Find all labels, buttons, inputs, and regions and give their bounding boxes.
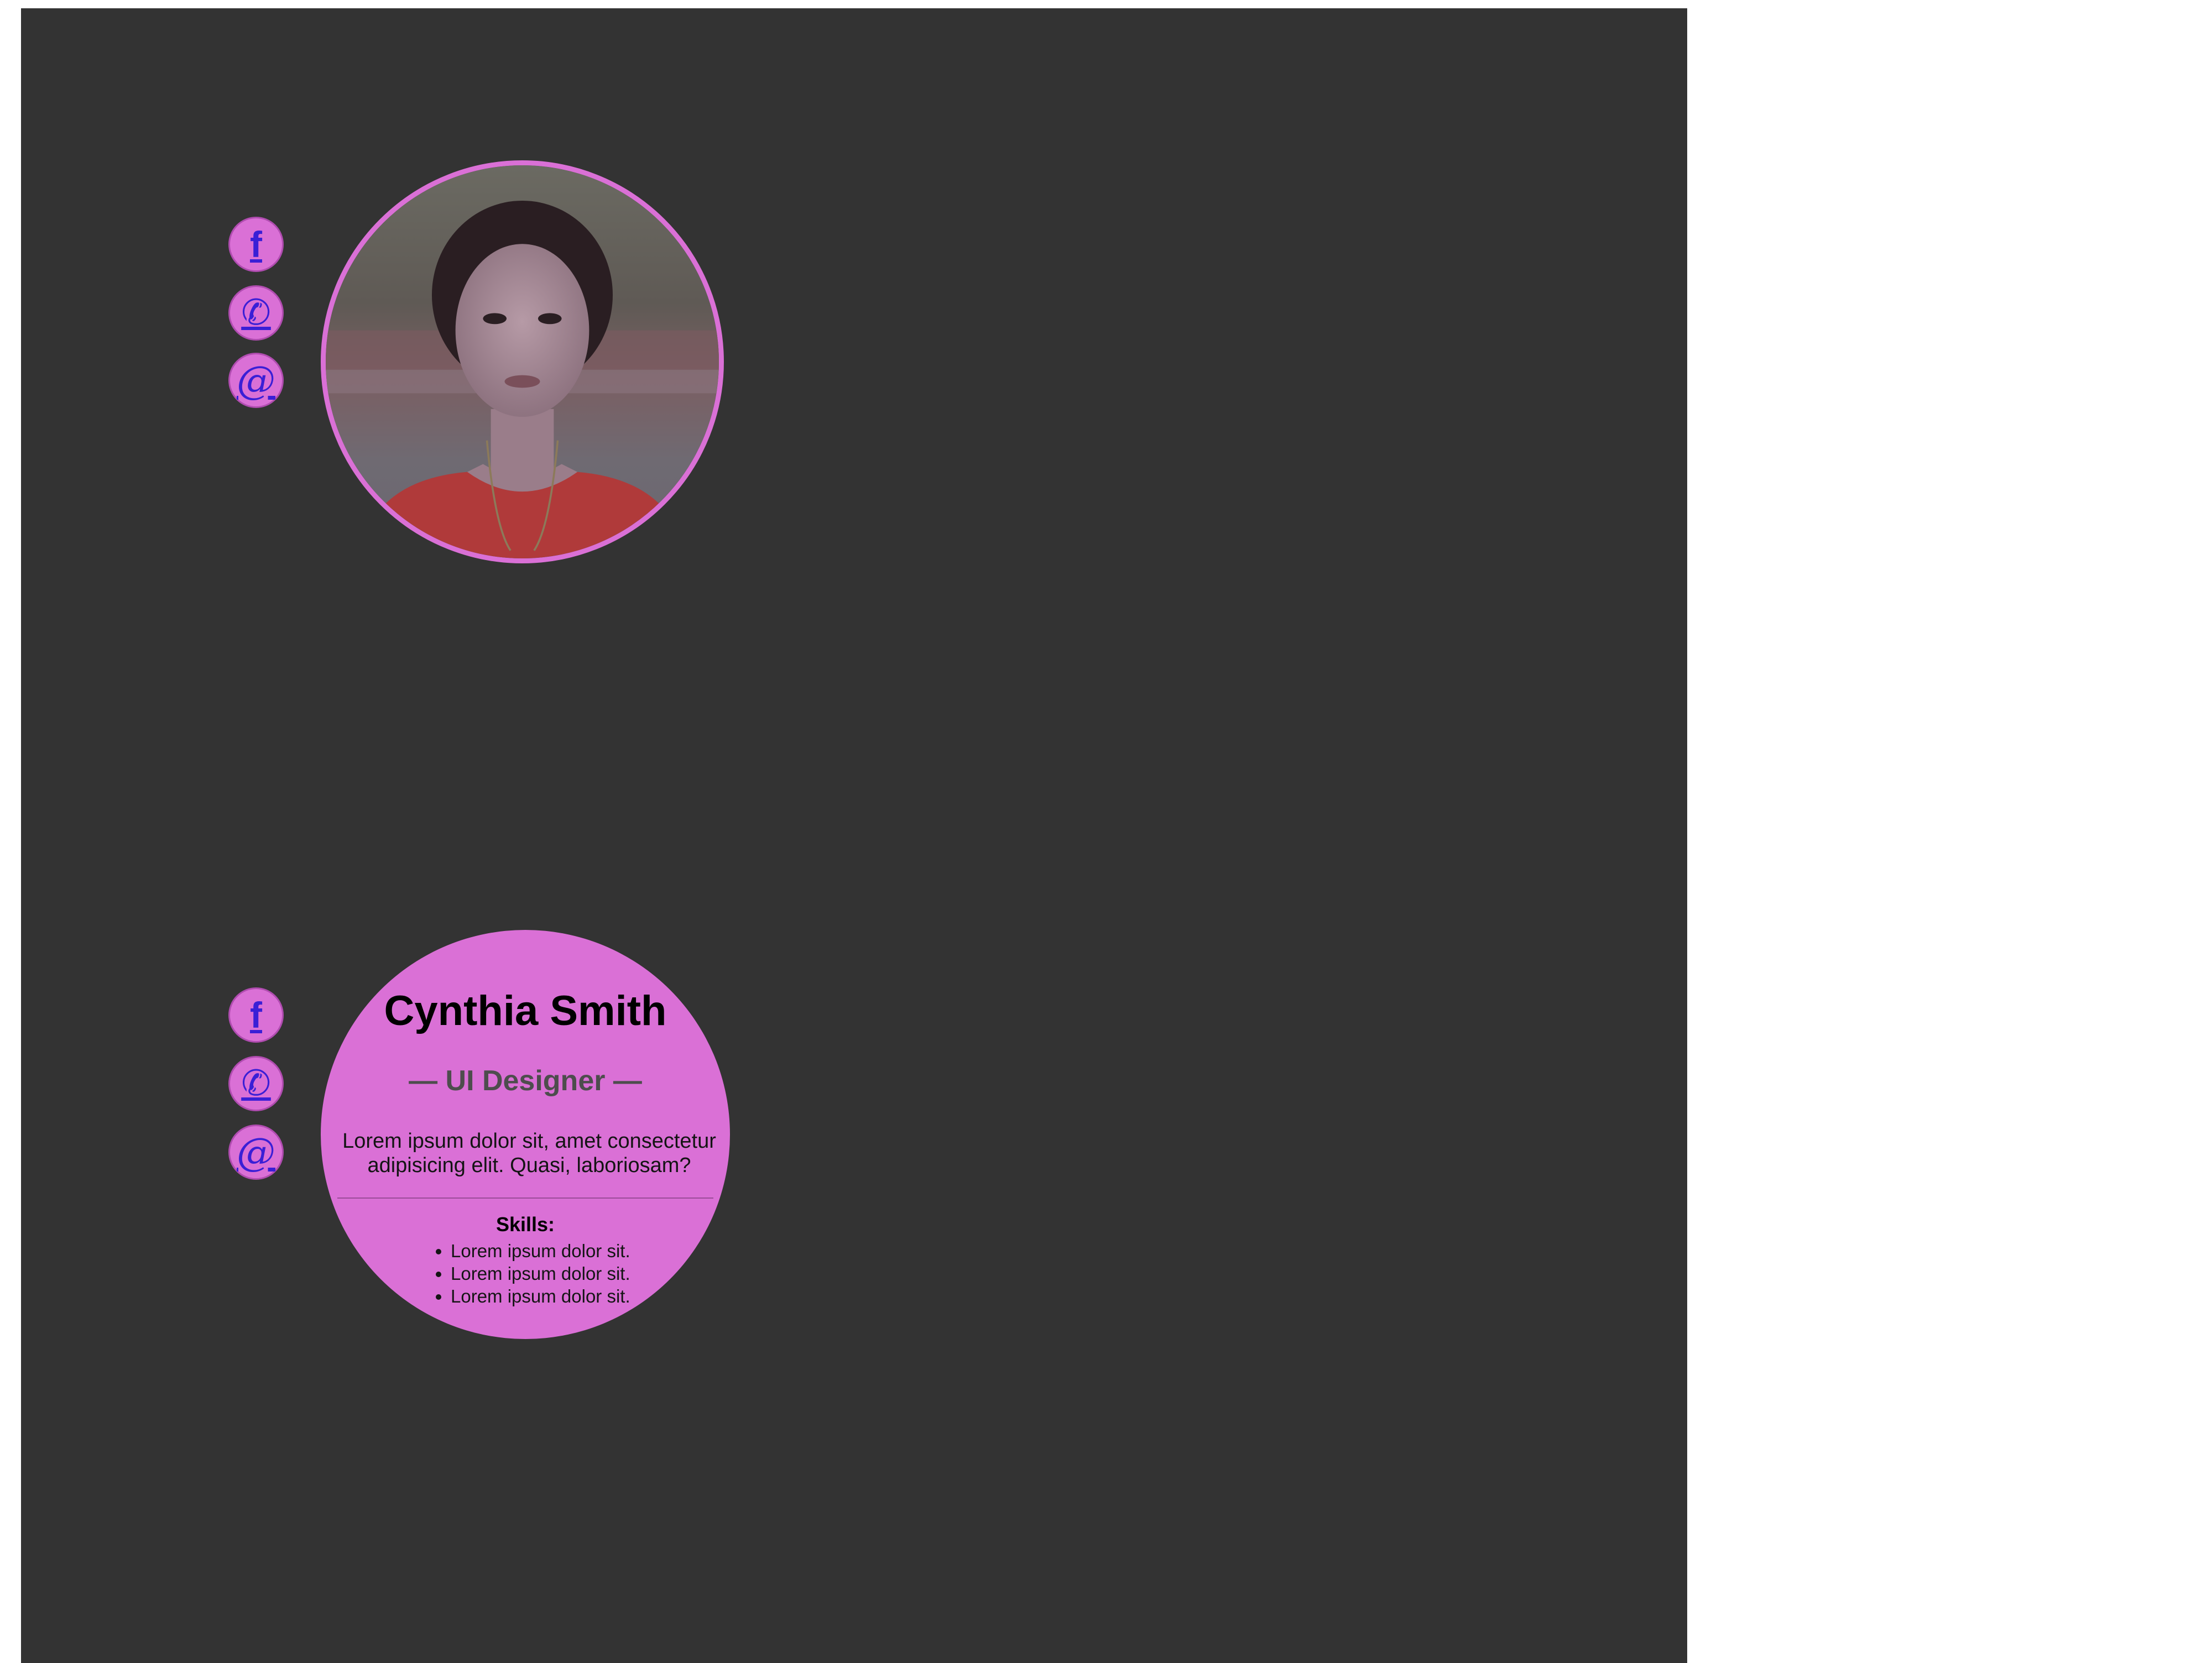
skills-list: Lorem ipsum dolor sit. Lorem ipsum dolor… (423, 1240, 630, 1308)
skill-item: Lorem ipsum dolor sit. (451, 1262, 630, 1285)
profile-panel-back (21, 840, 1687, 1663)
skill-item: Lorem ipsum dolor sit. (451, 1285, 630, 1308)
profile-photo (321, 160, 724, 563)
facebook-button[interactable]: f (228, 217, 284, 272)
facebook-button-back[interactable]: f (228, 987, 284, 1043)
profile-info-card: Cynthia Smith — UI Designer — Lorem ipsu… (321, 930, 730, 1339)
profile-description: Lorem ipsum dolor sit, amet consectetur … (342, 1129, 716, 1177)
facebook-icon: f (250, 224, 262, 265)
profile-name: Cynthia Smith (384, 987, 667, 1034)
phone-icon: ✆ (241, 1063, 271, 1104)
email-button[interactable]: @ (228, 353, 284, 408)
profile-role: — UI Designer — (409, 1065, 642, 1097)
skills-heading: Skills: (495, 1213, 555, 1236)
phone-button[interactable]: ✆ (228, 285, 284, 341)
email-button-back[interactable]: @ (228, 1125, 284, 1180)
phone-icon: ✆ (241, 292, 271, 333)
portrait-image (326, 165, 719, 558)
email-icon: @ (237, 358, 275, 403)
email-icon: @ (237, 1129, 275, 1175)
divider (337, 1197, 713, 1199)
facebook-icon: f (250, 995, 262, 1036)
skill-item: Lorem ipsum dolor sit. (451, 1240, 630, 1262)
profile-panel-front (21, 8, 1687, 888)
phone-button-back[interactable]: ✆ (228, 1056, 284, 1111)
